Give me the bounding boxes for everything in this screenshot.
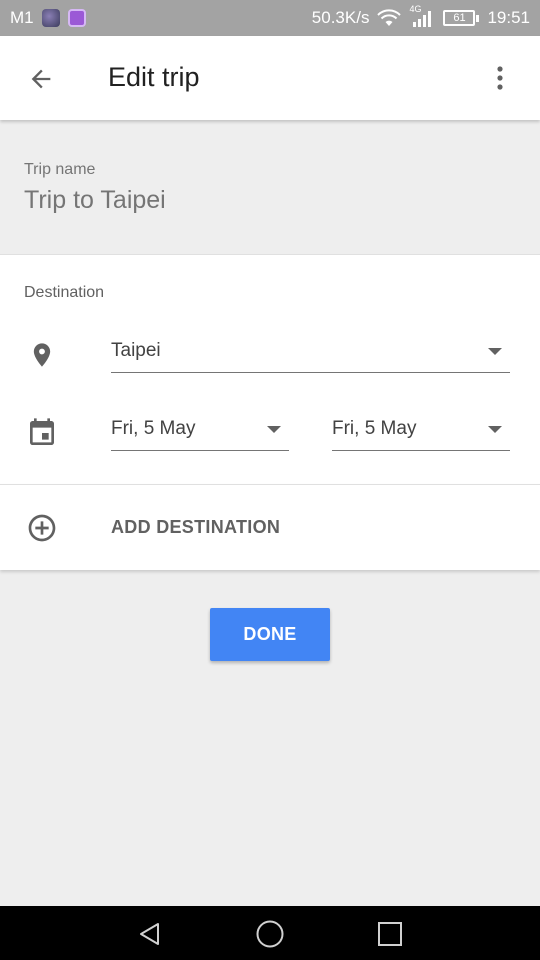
dropdown-arrow-icon <box>488 348 502 355</box>
end-date-value: Fri, 5 May <box>332 418 417 439</box>
calendar-icon <box>30 418 54 445</box>
destination-card: Destination Taipei Fri, 5 May Fri, 5 May <box>0 254 540 484</box>
battery-level: 61 <box>443 10 476 26</box>
add-circle-icon <box>28 514 56 542</box>
start-date-dropdown[interactable]: Fri, 5 May <box>111 407 289 451</box>
page-title: Edit trip <box>108 62 200 92</box>
carrier-label: M1 <box>10 8 34 27</box>
nav-recents-button[interactable] <box>374 918 406 950</box>
nav-recents-icon <box>378 922 402 946</box>
status-bar: M1 50.3K/s 4G 61 19:51 <box>0 0 540 36</box>
status-right: 50.3K/s 4G 61 19:51 <box>311 4 530 29</box>
navigation-bar <box>0 906 540 960</box>
back-button[interactable] <box>20 58 62 100</box>
nav-back-button[interactable] <box>134 918 166 950</box>
dropdown-arrow-icon <box>488 426 502 433</box>
arrow-back-icon <box>31 69 51 89</box>
done-button[interactable]: DONE <box>210 608 330 661</box>
wifi-icon <box>377 9 402 27</box>
more-options-button[interactable] <box>482 60 518 96</box>
nav-home-button[interactable] <box>254 918 286 950</box>
destination-value: Taipei <box>111 340 161 361</box>
status-left: M1 <box>10 8 86 28</box>
more-vert-icon <box>497 66 503 90</box>
app-bar: Edit trip <box>0 36 540 120</box>
nav-home-icon <box>256 920 284 948</box>
end-date-dropdown[interactable]: Fri, 5 May <box>332 407 510 451</box>
photos-app-icon <box>67 9 86 27</box>
trip-name-label: Trip name <box>24 161 96 178</box>
trip-name-section: Trip name Trip to Taipei <box>0 120 540 254</box>
battery-icon: 61 <box>443 10 480 26</box>
clock: 19:51 <box>487 8 530 27</box>
start-date-value: Fri, 5 May <box>111 418 196 439</box>
gallery-app-icon <box>41 9 60 27</box>
nav-back-icon <box>140 923 159 945</box>
location-pin-icon <box>33 343 51 367</box>
signal-icon: 4G <box>409 4 435 29</box>
add-destination-button[interactable]: ADD DESTINATION <box>0 484 540 570</box>
destination-dropdown[interactable]: Taipei <box>111 329 510 373</box>
trip-name-field[interactable]: Trip to Taipei <box>24 186 166 215</box>
network-speed: 50.3K/s <box>311 8 370 27</box>
add-destination-label: ADD DESTINATION <box>111 517 281 537</box>
destination-label: Destination <box>24 284 105 301</box>
dropdown-arrow-icon <box>267 426 281 433</box>
